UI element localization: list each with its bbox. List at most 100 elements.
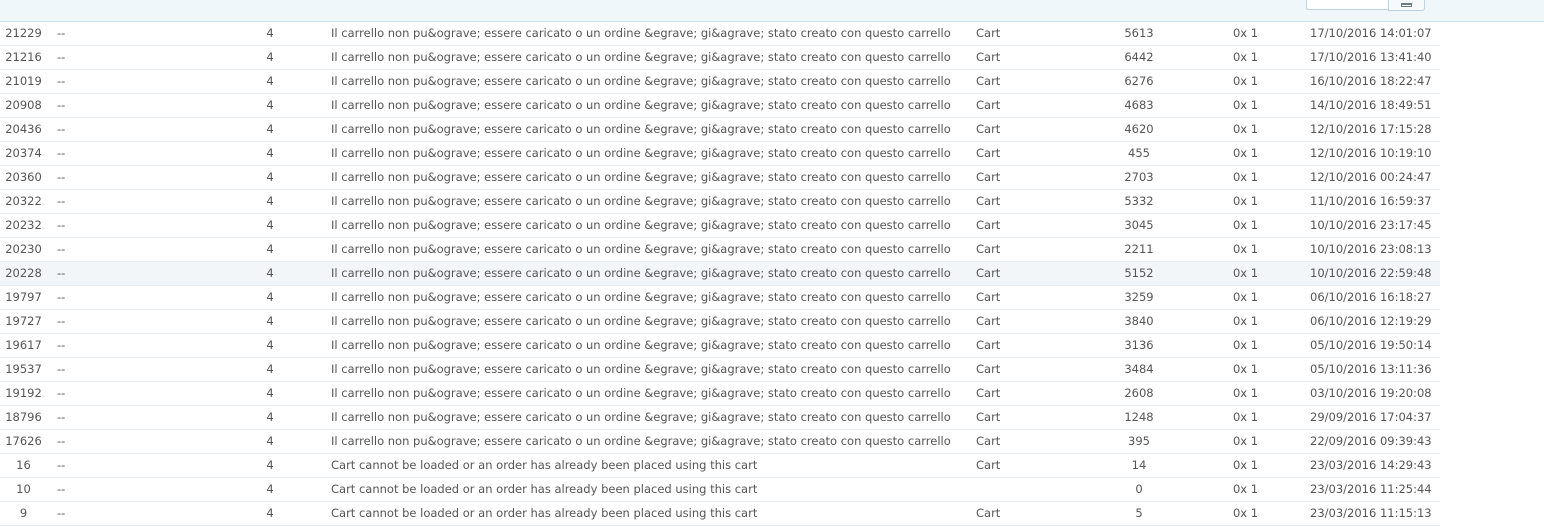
log-employee: -- [57,146,66,160]
table-row[interactable]: 10 -- 4 Cart cannot be loaded or an order h… [0,478,1440,502]
log-employee: -- [57,170,66,184]
log-object-id: 3136 [1124,338,1154,352]
log-employee: -- [57,386,66,400]
log-id: 17626 [5,434,42,448]
table-row[interactable]: 19727 -- 4 Il carrello non pu&ograve; esser… [0,310,1440,334]
log-id: 19537 [5,362,42,376]
log-date: 12/10/2016 00:24:47 [1310,170,1432,184]
log-object-type: Cart [976,98,1001,112]
log-id: 21229 [5,26,42,40]
log-object-id: 3045 [1124,218,1154,232]
log-object-type: Cart [976,362,1001,376]
log-id: 19192 [5,386,42,400]
log-date: 05/10/2016 13:11:36 [1310,362,1432,376]
log-employee: -- [57,338,66,352]
log-object-type: Cart [976,338,1001,352]
log-object-type: Cart [976,506,1001,520]
calendar-button[interactable] [1388,0,1425,11]
log-error-code: 0x 1 [1232,266,1259,280]
table-row[interactable]: 17626 -- 4 Il carrello non pu&ograve; esser… [0,430,1440,454]
log-date: 29/09/2016 17:04:37 [1310,410,1432,424]
log-severity: 4 [266,482,274,496]
log-employee: -- [57,410,66,424]
table-row[interactable]: 19797 -- 4 Il carrello non pu&ograve; esser… [0,286,1440,310]
log-object-id: 4683 [1124,98,1154,112]
log-error-code: 0x 1 [1232,26,1259,40]
log-date: 23/03/2016 11:15:13 [1310,506,1432,520]
logs-table: 21229 -- 4 Il carrello non pu&ograve; esser… [0,22,1440,526]
log-date: 12/10/2016 10:19:10 [1310,146,1432,160]
log-message: Il carrello non pu&ograve; essere carica… [331,362,951,376]
table-row[interactable]: 18796 -- 4 Il carrello non pu&ograve; esser… [0,406,1440,430]
log-employee: -- [57,362,66,376]
log-object-type: Cart [976,410,1001,424]
table-row[interactable]: 19192 -- 4 Il carrello non pu&ograve; esser… [0,382,1440,406]
log-object-type: Cart [976,122,1001,136]
log-error-code: 0x 1 [1232,194,1259,208]
log-id: 20436 [5,122,42,136]
log-severity: 4 [266,98,274,112]
log-object-id: 5152 [1124,266,1154,280]
log-object-id: 3259 [1124,290,1154,304]
log-date: 17/10/2016 14:01:07 [1310,26,1432,40]
log-employee: -- [57,194,66,208]
log-severity: 4 [266,410,274,424]
log-employee: -- [57,74,66,88]
log-severity: 4 [266,122,274,136]
log-error-code: 0x 1 [1232,314,1259,328]
log-object-type: Cart [976,314,1001,328]
log-object-id: 0 [1135,482,1143,496]
log-date: 06/10/2016 12:19:29 [1310,314,1432,328]
table-row[interactable]: 21229 -- 4 Il carrello non pu&ograve; esser… [0,22,1440,46]
log-error-code: 0x 1 [1232,362,1259,376]
log-object-id: 5613 [1124,26,1154,40]
log-error-code: 0x 1 [1232,386,1259,400]
table-row[interactable]: 9 -- 4 Cart cannot be loaded or an order ha… [0,502,1440,526]
log-employee: -- [57,50,66,64]
log-object-id: 5 [1135,506,1143,520]
log-message: Il carrello non pu&ograve; essere carica… [331,74,951,88]
log-object-id: 6276 [1124,74,1154,88]
table-row[interactable]: 20908 -- 4 Il carrello non pu&ograve; esser… [0,94,1440,118]
log-employee: -- [57,290,66,304]
table-row[interactable]: 19617 -- 4 Il carrello non pu&ograve; esser… [0,334,1440,358]
log-severity: 4 [266,290,274,304]
log-date: 10/10/2016 23:17:45 [1310,218,1432,232]
log-message: Il carrello non pu&ograve; essere carica… [331,386,951,400]
log-object-type: Cart [976,50,1001,64]
log-error-code: 0x 1 [1232,290,1259,304]
table-row[interactable]: 20232 -- 4 Il carrello non pu&ograve; esser… [0,214,1440,238]
log-employee: -- [57,98,66,112]
log-employee: -- [57,266,66,280]
table-row[interactable]: 20230 -- 4 Il carrello non pu&ograve; esser… [0,238,1440,262]
table-row[interactable]: 20228 -- 4 Il carrello non pu&ograve; esser… [0,262,1440,286]
calendar-icon [1401,3,1412,7]
log-object-type: Cart [976,266,1001,280]
log-object-id: 6442 [1124,50,1154,64]
table-row[interactable]: 20436 -- 4 Il carrello non pu&ograve; esser… [0,118,1440,142]
table-row[interactable]: 21216 -- 4 Il carrello non pu&ograve; esser… [0,46,1440,70]
log-error-code: 0x 1 [1232,98,1259,112]
log-error-code: 0x 1 [1232,482,1259,496]
log-id: 21019 [5,74,42,88]
table-row[interactable]: 20374 -- 4 Il carrello non pu&ograve; esser… [0,142,1440,166]
log-error-code: 0x 1 [1232,242,1259,256]
table-row[interactable]: 20322 -- 4 Il carrello non pu&ograve; esser… [0,190,1440,214]
log-date: 22/09/2016 09:39:43 [1310,434,1432,448]
log-object-type: Cart [976,26,1001,40]
table-row[interactable]: 16 -- 4 Cart cannot be loaded or an order h… [0,454,1440,478]
date-filter-input[interactable] [1306,0,1388,10]
table-row[interactable]: 21019 -- 4 Il carrello non pu&ograve; esser… [0,70,1440,94]
table-row[interactable]: 20360 -- 4 Il carrello non pu&ograve; esser… [0,166,1440,190]
log-object-id: 5332 [1124,194,1154,208]
log-object-type: Cart [976,290,1001,304]
log-message: Il carrello non pu&ograve; essere carica… [331,314,951,328]
log-message: Il carrello non pu&ograve; essere carica… [331,98,951,112]
log-id: 20360 [5,170,42,184]
log-date: 17/10/2016 13:41:40 [1310,50,1432,64]
table-row[interactable]: 19537 -- 4 Il carrello non pu&ograve; esser… [0,358,1440,382]
log-severity: 4 [266,50,274,64]
log-date: 11/10/2016 16:59:37 [1310,194,1432,208]
log-severity: 4 [266,194,274,208]
log-object-type: Cart [976,218,1001,232]
